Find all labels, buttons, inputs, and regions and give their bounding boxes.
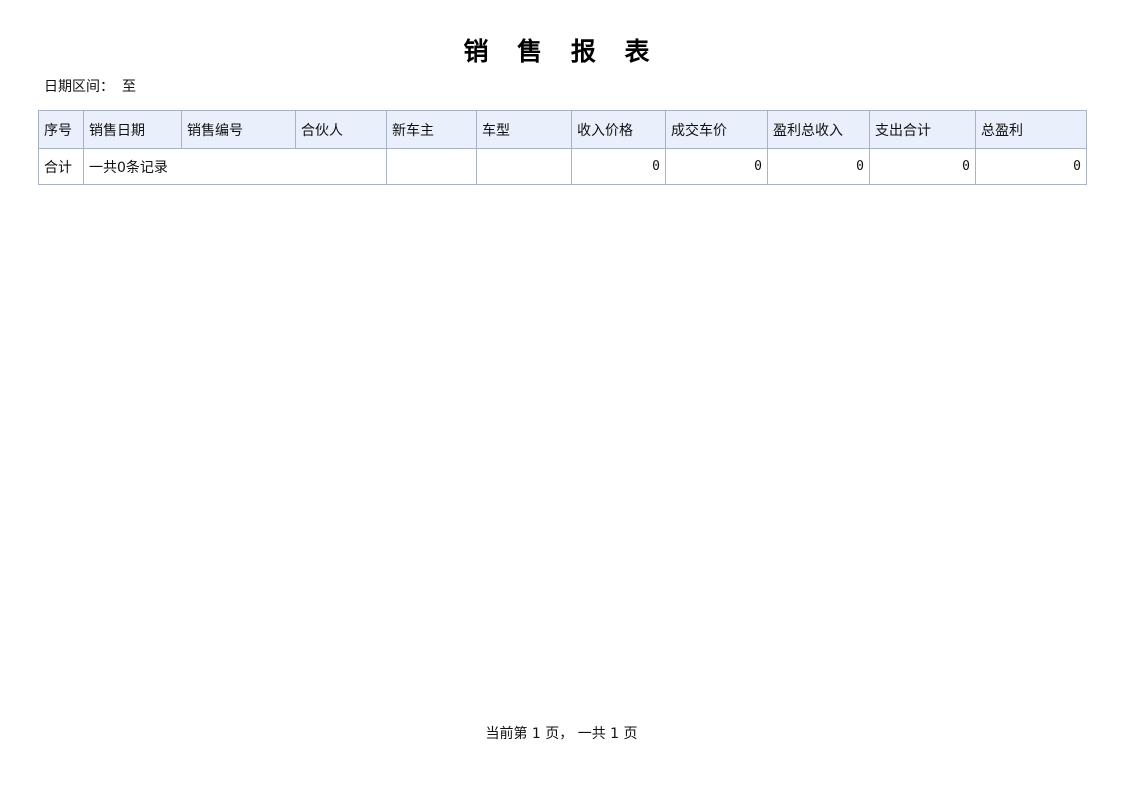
date-range: 日期区间： 至 [44,77,136,97]
page-indicator: 当前第 1 页， 一共 1 页 [485,726,638,742]
column-header-index: 序号 [38,110,84,149]
total-label: 合计 [38,148,84,185]
column-header-income-price: 收入价格 [571,110,666,149]
record-count: 一共0条记录 [83,148,387,185]
column-header-partner: 合伙人 [295,110,387,149]
total-deal-price: 0 [665,148,768,185]
total-profit: 0 [975,148,1087,185]
table-total-row: 合计 一共0条记录 0 0 0 0 0 [38,148,1087,185]
date-range-label: 日期区间： [44,79,114,95]
column-header-expense-total: 支出合计 [869,110,976,149]
total-expense: 0 [869,148,976,185]
column-header-car-model: 车型 [476,110,572,149]
column-header-sale-date: 销售日期 [83,110,182,149]
total-car-model [476,148,572,185]
column-header-deal-price: 成交车价 [665,110,768,149]
column-header-sale-number: 销售编号 [181,110,296,149]
total-new-owner [386,148,477,185]
column-header-total-profit: 总盈利 [975,110,1087,149]
total-income-price: 0 [571,148,666,185]
date-range-separator: 至 [122,79,136,95]
column-header-profit-income: 盈利总收入 [767,110,870,149]
table-header-row: 序号 销售日期 销售编号 合伙人 新车主 车型 收入价格 成交车价 盈利总收入 … [38,110,1087,149]
total-profit-income: 0 [767,148,870,185]
report-page: 销 售 报 表 日期区间： 至 序号 销售日期 销售编号 合伙人 新车主 车型 收… [0,0,1123,794]
sales-report-table: 序号 销售日期 销售编号 合伙人 新车主 车型 收入价格 成交车价 盈利总收入 … [38,110,1087,185]
column-header-new-owner: 新车主 [386,110,477,149]
report-title: 销 售 报 表 [463,37,660,66]
